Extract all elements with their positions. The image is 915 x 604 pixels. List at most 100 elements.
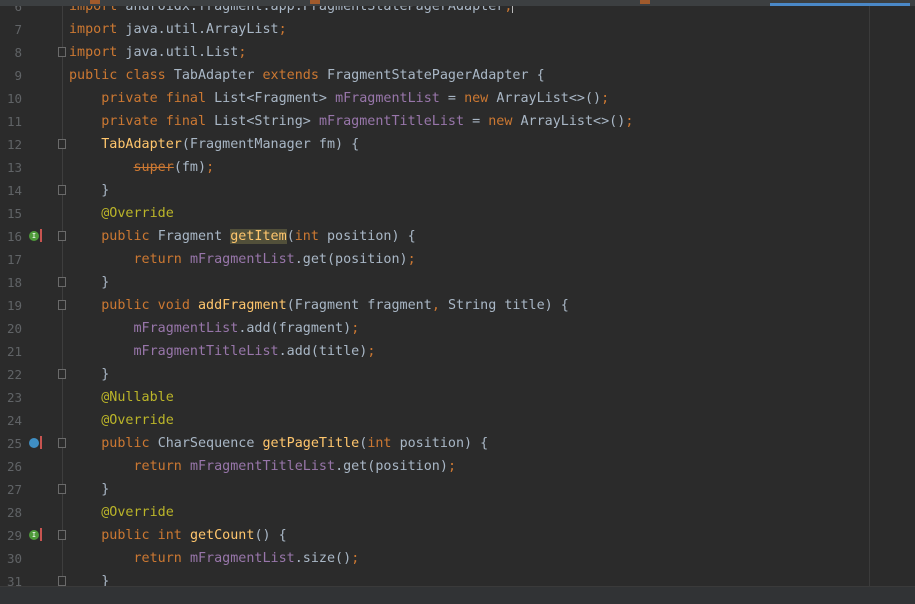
code-token: List<Fragment> — [214, 90, 336, 106]
code-token: ; — [351, 550, 360, 566]
code-token: String title) { — [447, 297, 569, 313]
code-line[interactable]: 15 @Override — [0, 202, 915, 225]
editor-tab-strip[interactable] — [0, 0, 915, 6]
line-number: 30 — [6, 550, 22, 566]
code-line[interactable]: 26 return mFragmentTitleList.get(positio… — [0, 455, 915, 478]
code-line[interactable]: 17 return mFragmentList.get(position); — [0, 248, 915, 271]
code-line[interactable]: 19 public void addFragment(Fragment frag… — [0, 294, 915, 317]
code-token: getCount — [189, 527, 255, 543]
code-token: getItem — [230, 228, 287, 244]
fold-icon[interactable] — [58, 184, 66, 195]
active-tab-indicator[interactable] — [770, 3, 910, 6]
line-number: 10 — [6, 90, 22, 106]
code-token: @Override — [101, 205, 174, 221]
code-line[interactable]: 29 I public int getCount() { — [0, 524, 915, 547]
up-arrow-icon — [40, 527, 42, 541]
code-editor[interactable]: 6 import androidx.fragment.app.FragmentSt… — [0, 0, 915, 586]
code-text: @Override — [69, 409, 174, 432]
fold-icon[interactable] — [58, 483, 66, 494]
code-token: ; — [206, 159, 215, 175]
code-line[interactable]: 9 public class TabAdapter extends Fragmen… — [0, 64, 915, 87]
code-token: ; — [447, 458, 456, 474]
code-text: } — [69, 478, 109, 501]
line-number: 26 — [6, 458, 22, 474]
code-token: ArrayList<>() — [520, 113, 626, 129]
line-number: 13 — [6, 159, 22, 175]
fold-icon[interactable] — [58, 437, 66, 448]
code-line[interactable]: 16 I public Fragment getItem(int position… — [0, 225, 915, 248]
fold-icon[interactable] — [58, 138, 66, 149]
fold-icon[interactable] — [58, 529, 66, 540]
code-token: TabAdapter — [101, 136, 182, 152]
fold-icon[interactable] — [58, 299, 66, 310]
fold-icon[interactable] — [58, 46, 66, 57]
code-line[interactable]: 20 mFragmentList.add(fragment); — [0, 317, 915, 340]
line-number: 11 — [6, 113, 22, 129]
code-token: mFragmentTitleList — [133, 343, 279, 359]
fold-icon[interactable] — [58, 368, 66, 379]
line-number: 25 — [6, 435, 22, 451]
code-line[interactable]: 13 super(fm); — [0, 156, 915, 179]
implements-method-icon[interactable]: I — [29, 529, 39, 540]
code-token: , — [431, 297, 448, 313]
code-line[interactable]: 31 } — [0, 570, 915, 587]
code-text: private final List<String> mFragmentTitl… — [69, 110, 633, 133]
code-line[interactable]: 7 import java.util.ArrayList; — [0, 18, 915, 41]
code-token: position) { — [327, 228, 416, 244]
code-text: } — [69, 363, 109, 386]
code-line[interactable]: 27 } — [0, 478, 915, 501]
line-number: 21 — [6, 343, 22, 359]
code-line[interactable]: 8 import java.util.List; — [0, 41, 915, 64]
code-token: ( — [286, 228, 295, 244]
code-token: java.util.List — [117, 44, 239, 60]
code-token: position) { — [399, 435, 489, 451]
code-line[interactable]: 12 TabAdapter(FragmentManager fm) { — [0, 133, 915, 156]
code-token: new — [464, 90, 497, 106]
code-text: super(fm); — [69, 156, 215, 179]
up-arrow-icon — [40, 228, 42, 242]
code-token: CharSequence — [157, 435, 263, 451]
line-number: 23 — [6, 389, 22, 405]
code-line[interactable]: 25 public CharSequence getPageTitle(int … — [0, 432, 915, 455]
code-line[interactable]: 18 } — [0, 271, 915, 294]
file-tab-icon[interactable] — [310, 0, 320, 4]
code-token: private final — [69, 90, 215, 106]
horizontal-scrollbar[interactable] — [0, 586, 915, 604]
line-number: 15 — [6, 205, 22, 221]
code-token: } — [69, 182, 110, 198]
code-line[interactable]: 30 return mFragmentList.size(); — [0, 547, 915, 570]
implements-method-icon[interactable]: I — [29, 230, 39, 241]
code-token: private final — [69, 113, 215, 129]
code-token: mFragmentTitleList — [189, 458, 336, 474]
code-line[interactable]: 22 } — [0, 363, 915, 386]
fold-icon[interactable] — [58, 230, 66, 241]
code-token: public class — [69, 67, 174, 83]
code-line[interactable]: 24 @Override — [0, 409, 915, 432]
file-tab-icon[interactable] — [640, 0, 650, 4]
code-token: ; — [278, 21, 287, 37]
code-line[interactable]: 11 private final List<String> mFragmentT… — [0, 110, 915, 133]
code-token: return — [133, 550, 190, 566]
code-text: } — [69, 570, 109, 587]
fold-icon[interactable] — [58, 276, 66, 287]
code-text: @Override — [69, 501, 174, 524]
file-tab-icon[interactable] — [90, 0, 100, 4]
fold-icon[interactable] — [58, 575, 66, 586]
code-token: super — [133, 159, 174, 175]
code-line[interactable]: 21 mFragmentTitleList.add(title); — [0, 340, 915, 363]
code-line[interactable]: 23 @Nullable — [0, 386, 915, 409]
code-token: ; — [367, 343, 376, 359]
code-token: return — [133, 458, 190, 474]
code-line[interactable]: 10 private final List<Fragment> mFragmen… — [0, 87, 915, 110]
code-token: mFragmentList — [133, 320, 239, 336]
code-token: @Override — [101, 412, 174, 428]
overrides-method-icon[interactable] — [29, 437, 39, 448]
code-line[interactable]: 28 @Override — [0, 501, 915, 524]
code-line[interactable]: 14 } — [0, 179, 915, 202]
